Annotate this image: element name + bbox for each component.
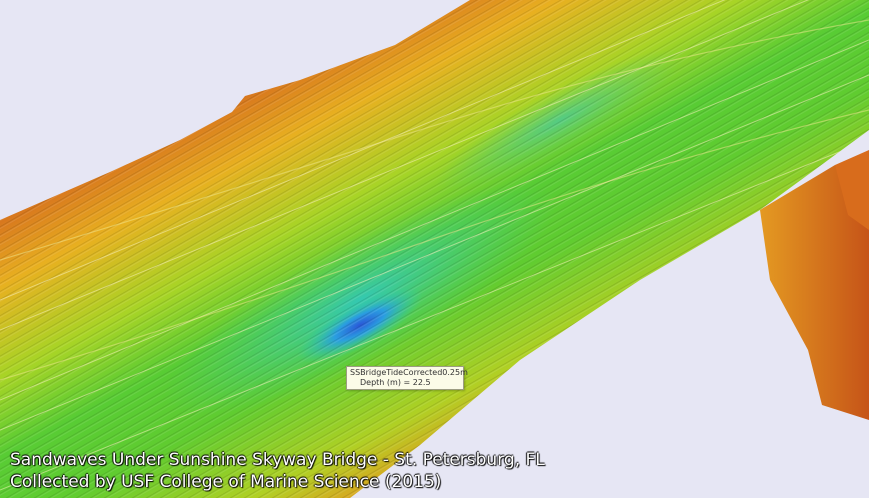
depth-tooltip: SSBridgeTideCorrected0.25m Depth (m) = 2… (346, 366, 468, 390)
bathymetry-surface (0, 0, 869, 498)
caption-title: Sandwaves Under Sunshine Skyway Bridge -… (10, 450, 545, 470)
tooltip-layer-name: SSBridgeTideCorrected0.25m (350, 368, 468, 377)
map-caption: Sandwaves Under Sunshine Skyway Bridge -… (10, 449, 545, 493)
caption-credit: Collected by USF College of Marine Scien… (10, 472, 442, 492)
main-channel-survey (0, 0, 869, 498)
bathymetry-map[interactable]: SSBridgeTideCorrected0.25m Depth (m) = 2… (0, 0, 869, 498)
tooltip-depth-value: Depth (m) = 22.5 (360, 378, 431, 387)
